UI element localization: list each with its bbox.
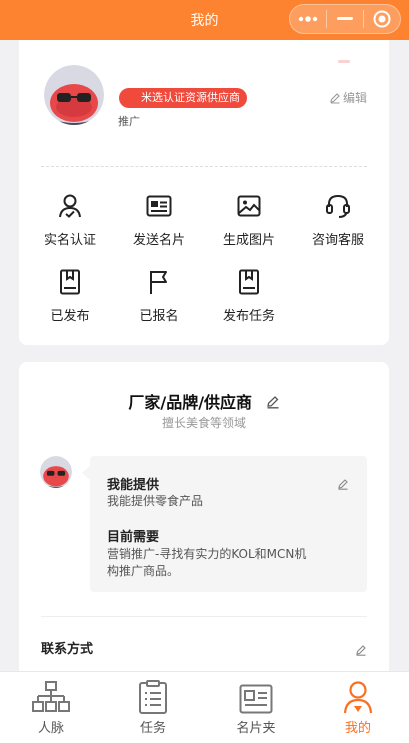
user-role: 推广 bbox=[118, 115, 140, 128]
action-real-name-verify[interactable]: 实名认证 bbox=[25, 192, 115, 248]
tab-label: 名片夹 bbox=[236, 721, 276, 736]
avatar[interactable] bbox=[44, 65, 104, 125]
person-verify-icon bbox=[25, 192, 115, 220]
supplier-title: 厂家/品牌/供应商 bbox=[19, 389, 389, 413]
target-close-icon[interactable] bbox=[364, 4, 400, 34]
top-nav-bar: 我的 bbox=[0, 0, 409, 40]
can-offer-text: 我能提供零食产品 bbox=[107, 494, 204, 508]
action-label: 咨询客服 bbox=[311, 233, 364, 248]
supplier-subtitle: 擅长美食等领域 bbox=[161, 416, 246, 430]
action-label: 发送名片 bbox=[132, 233, 185, 248]
flag-icon bbox=[114, 268, 204, 296]
mini-program-capsule bbox=[289, 4, 401, 34]
business-card-icon bbox=[114, 192, 204, 220]
tab-card-holder[interactable]: 名片夹 bbox=[205, 672, 307, 743]
pencil-icon bbox=[330, 92, 340, 104]
supply-demand-bubble: 我能提供 我能提供零食产品 目前需要 营销推广-寻找有实力的KOL和MCN机 构… bbox=[82, 456, 367, 592]
network-icon bbox=[0, 672, 102, 714]
contact-heading: 联系方式 bbox=[41, 642, 94, 657]
action-publish-task[interactable]: 发布任务 bbox=[204, 268, 294, 324]
action-signed-up[interactable]: 已报名 bbox=[114, 268, 204, 324]
divider bbox=[41, 616, 367, 617]
need-text-line1: 营销推广-寻找有实力的KOL和MCN机 bbox=[107, 547, 307, 561]
tab-label: 人脉 bbox=[37, 721, 64, 736]
decorative-dash bbox=[338, 60, 350, 63]
action-published[interactable]: 已发布 bbox=[25, 268, 115, 324]
tab-network[interactable]: 人脉 bbox=[0, 672, 102, 743]
edit-profile-button[interactable]: 编辑 bbox=[329, 89, 367, 106]
can-offer-heading: 我能提供 bbox=[107, 478, 160, 493]
need-text-line2: 构推广商品。 bbox=[107, 564, 180, 578]
action-label: 实名认证 bbox=[43, 233, 96, 248]
edit-title-pencil-icon[interactable] bbox=[266, 394, 280, 413]
profile-card: 米选认证资源供应商 推广 编辑 实名认证 发送名片 生成图片 咨询客服 已发布 … bbox=[19, 40, 389, 345]
action-send-card[interactable]: 发送名片 bbox=[114, 192, 204, 248]
action-generate-image[interactable]: 生成图片 bbox=[204, 192, 294, 248]
edit-contact-pencil-icon[interactable] bbox=[355, 641, 367, 660]
tab-tasks[interactable]: 任务 bbox=[102, 672, 204, 743]
card-holder-icon bbox=[205, 672, 307, 714]
edit-label: 编辑 bbox=[342, 91, 367, 105]
published-doc-icon bbox=[25, 268, 115, 296]
image-icon bbox=[204, 192, 294, 220]
user-icon bbox=[307, 672, 409, 714]
divider bbox=[41, 166, 367, 167]
minimize-icon[interactable] bbox=[327, 4, 363, 34]
task-list-icon bbox=[102, 672, 204, 714]
action-label: 发布任务 bbox=[222, 309, 275, 324]
certification-badge: 米选认证资源供应商 bbox=[119, 88, 247, 108]
tab-label: 任务 bbox=[139, 721, 166, 736]
headset-icon bbox=[293, 192, 383, 220]
supplier-card: 厂家/品牌/供应商 擅长美食等领域 我能提供 我能提供零食产品 目前需要 营销推… bbox=[19, 362, 389, 682]
bottom-tab-bar: 人脉 任务 名片夹 我的 bbox=[0, 671, 409, 743]
supplier-title-text: 厂家/品牌/供应商 bbox=[128, 393, 253, 412]
action-label: 已发布 bbox=[50, 309, 90, 324]
action-label: 生成图片 bbox=[222, 233, 275, 248]
tab-mine[interactable]: 我的 bbox=[307, 672, 409, 743]
edit-offer-pencil-icon[interactable] bbox=[337, 475, 349, 494]
more-dots-icon[interactable] bbox=[290, 4, 326, 34]
tab-label: 我的 bbox=[344, 721, 371, 736]
action-customer-service[interactable]: 咨询客服 bbox=[293, 192, 383, 248]
task-doc-icon bbox=[204, 268, 294, 296]
action-label: 已报名 bbox=[139, 309, 179, 324]
need-heading: 目前需要 bbox=[107, 530, 160, 545]
page-title: 我的 bbox=[190, 13, 219, 29]
avatar bbox=[40, 456, 72, 488]
